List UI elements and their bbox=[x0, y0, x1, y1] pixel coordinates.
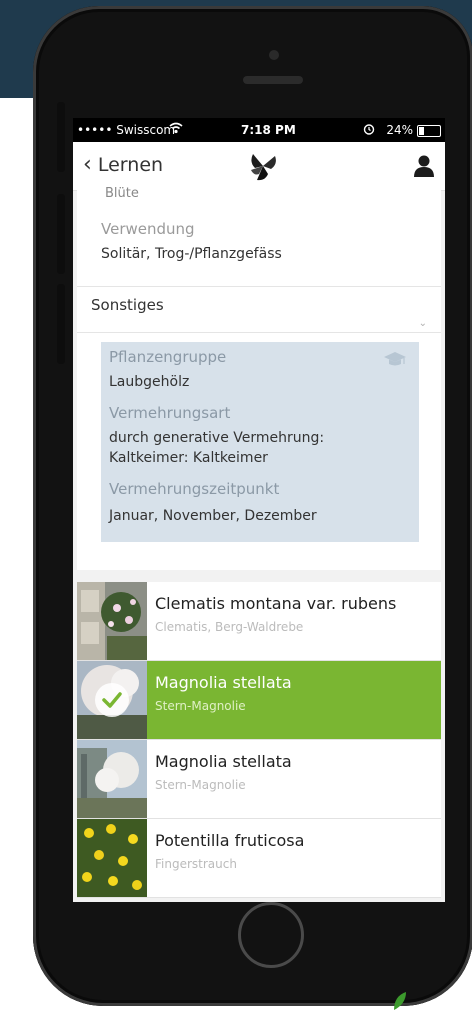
info-box: Pflanzengruppe Laubgehölz Vermehrungsart… bbox=[101, 342, 419, 542]
section-sonstiges[interactable]: Sonstiges bbox=[91, 296, 164, 314]
carrier-label: ••••• Swisscom bbox=[77, 123, 176, 137]
clock: 7:18 PM bbox=[241, 123, 296, 137]
vermehrungszeitpunkt-value: Januar, November, Dezember bbox=[109, 508, 317, 524]
leaf-icon bbox=[394, 992, 406, 1010]
bluete-label-cut: Blüte bbox=[105, 186, 139, 201]
plant-common-name: Clematis, Berg-Waldrebe bbox=[155, 620, 304, 634]
plant-common-name: Stern-Magnolie bbox=[155, 699, 246, 713]
navigation-bar: ‹ Lernen bbox=[73, 142, 445, 191]
app-logo-icon bbox=[245, 148, 281, 184]
status-bar: ••••• Swisscom 7:18 PM 24% bbox=[73, 118, 445, 142]
verwendung-row: Verwendung Solitär, Trog-/Pflanzgefäss bbox=[101, 220, 282, 264]
back-button-label: Lernen bbox=[97, 154, 164, 176]
verwendung-label: Verwendung bbox=[101, 220, 195, 238]
plant-thumbnail bbox=[77, 819, 147, 897]
plant-name: Potentilla fruticosa bbox=[155, 831, 305, 850]
profile-icon bbox=[414, 155, 434, 177]
vermehrungszeitpunkt-label: Vermehrungszeitpunkt bbox=[109, 480, 280, 498]
plant-name: Magnolia stellata bbox=[155, 673, 292, 692]
list-item[interactable]: Clematis montana var. rubens Clematis, B… bbox=[77, 582, 441, 661]
chevron-down-icon[interactable]: ⌄ bbox=[419, 318, 427, 329]
alarm-icon bbox=[363, 123, 375, 138]
details-card: Blüte Verwendung Solitär, Trog-/Pflanzge… bbox=[77, 186, 441, 570]
list-item[interactable]: Potentilla fruticosa Fingerstrauch bbox=[77, 819, 441, 898]
checkmark-icon bbox=[95, 683, 129, 717]
plant-thumbnail bbox=[77, 740, 147, 818]
mute-switch bbox=[57, 102, 65, 172]
volume-up-button bbox=[57, 194, 65, 274]
verwendung-value: Solitär, Trog-/Pflanzgefäss bbox=[101, 246, 282, 262]
back-button[interactable]: ‹ Lernen bbox=[83, 152, 163, 177]
pflanzengruppe-value: Laubgehölz bbox=[109, 374, 190, 390]
plant-list: Clematis montana var. rubens Clematis, B… bbox=[77, 582, 441, 898]
plant-common-name: Fingerstrauch bbox=[155, 857, 237, 871]
graduation-cap-icon bbox=[383, 350, 407, 370]
list-item[interactable]: Magnolia stellata Stern-Magnolie bbox=[77, 740, 441, 819]
profile-button[interactable] bbox=[413, 154, 435, 178]
divider bbox=[77, 286, 441, 287]
home-button[interactable] bbox=[238, 902, 304, 968]
scroll-content[interactable]: Blüte Verwendung Solitär, Trog-/Pflanzge… bbox=[73, 186, 445, 902]
back-chevron-icon: ‹ bbox=[83, 152, 92, 177]
plant-thumbnail bbox=[77, 582, 147, 660]
wifi-icon bbox=[169, 122, 183, 137]
vermehrungsart-value: durch generative Vermehrung: Kaltkeimer:… bbox=[109, 430, 325, 466]
earpiece-speaker bbox=[243, 76, 303, 84]
vermehrungsart-label: Vermehrungsart bbox=[109, 404, 231, 422]
pflanzengruppe-label: Pflanzengruppe bbox=[109, 348, 227, 366]
plant-name: Magnolia stellata bbox=[155, 752, 292, 771]
plant-thumbnail bbox=[77, 661, 147, 739]
front-camera bbox=[269, 50, 279, 60]
volume-down-button bbox=[57, 284, 65, 364]
list-item-selected[interactable]: Magnolia stellata Stern-Magnolie bbox=[77, 661, 441, 740]
plant-name: Clematis montana var. rubens bbox=[155, 594, 397, 613]
divider bbox=[77, 332, 441, 333]
plant-common-name: Stern-Magnolie bbox=[155, 778, 246, 792]
battery-percent: 24% bbox=[386, 123, 413, 137]
phone-screen: ••••• Swisscom 7:18 PM 24% ‹ Lernen Blüt… bbox=[73, 118, 445, 902]
battery-icon bbox=[417, 125, 441, 137]
